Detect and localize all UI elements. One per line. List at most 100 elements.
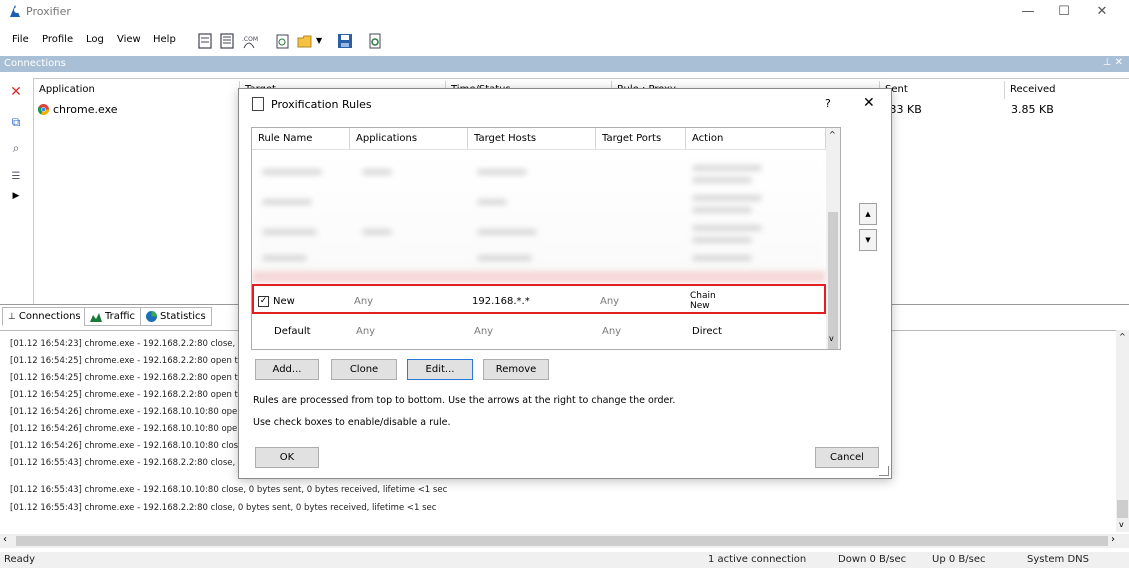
column-sent[interactable]: Sent <box>880 81 1005 99</box>
scroll-thumb[interactable] <box>16 536 1108 546</box>
rules-icon[interactable] <box>218 32 236 50</box>
column-applications[interactable]: Applications <box>350 128 468 150</box>
pin-close-icon[interactable]: ⊥ ✕ <box>1103 57 1123 68</box>
enable-rule-checkbox[interactable]: ✓ <box>258 295 269 307</box>
cancel-button[interactable]: Cancel <box>815 447 879 468</box>
move-up-button[interactable]: ▲ <box>859 203 877 225</box>
log-line: [01.12 16:54:25] chrome.exe - 192.168.2.… <box>10 390 247 400</box>
scroll-up-icon[interactable]: ^ <box>829 130 836 139</box>
tab-connections[interactable]: ⊥ Connections <box>2 307 87 326</box>
open-profile-dropdown-icon[interactable]: ▼ <box>316 36 334 54</box>
log-line: [01.12 16:54:25] chrome.exe - 192.168.2.… <box>10 373 247 383</box>
rule-row-new[interactable]: ✓ New Any 192.168.*.* Any Chain New <box>252 284 826 314</box>
scroll-right-icon[interactable]: › <box>1111 534 1115 545</box>
scroll-left-icon[interactable]: ‹ <box>3 534 7 545</box>
column-target-ports[interactable]: Target Ports <box>596 128 686 150</box>
status-download-speed: Down 0 B/sec <box>838 554 907 565</box>
remove-rule-button[interactable]: Remove <box>483 359 549 380</box>
connections-tab-icon: ⊥ <box>8 311 16 322</box>
minimize-button[interactable]: — <box>1010 2 1046 22</box>
scroll-thumb[interactable] <box>828 212 838 349</box>
rules-table: Rule Name Applications Target Hosts Targ… <box>251 127 841 350</box>
status-active-connections: 1 active connection <box>708 554 807 565</box>
traffic-chart-icon <box>90 312 102 322</box>
rule-target-ports: Any <box>600 295 620 307</box>
title-bar: Proxifier — ☐ ✕ <box>0 0 1129 24</box>
tab-label: Connections <box>18 310 81 322</box>
close-connection-icon[interactable]: ✕ <box>8 84 24 100</box>
tab-label: Traffic <box>105 310 136 322</box>
new-profile-icon[interactable] <box>274 32 292 50</box>
open-profile-icon[interactable] <box>296 32 314 50</box>
edit-rule-button[interactable]: Edit... <box>407 359 473 380</box>
rules-document-icon <box>252 97 264 111</box>
rule-target-hosts: Any <box>474 325 494 337</box>
resize-grip[interactable] <box>879 466 889 476</box>
scroll-down-icon[interactable]: v <box>829 334 834 343</box>
tab-traffic[interactable]: Traffic <box>84 307 142 326</box>
find-icon[interactable]: ⌕ <box>8 140 24 156</box>
rule-action-type: Chain <box>690 291 716 301</box>
menu-file[interactable]: File <box>12 34 29 45</box>
log-line: [01.12 16:54:25] chrome.exe - 192.168.2.… <box>10 356 247 366</box>
menu-log[interactable]: Log <box>86 34 104 45</box>
menu-view[interactable]: View <box>117 34 141 45</box>
move-down-button[interactable]: ▼ <box>859 229 877 251</box>
tab-statistics[interactable]: Statistics <box>140 307 212 326</box>
name-resolution-icon[interactable]: .COM <box>240 32 258 50</box>
log-line: [01.12 16:54:26] chrome.exe - 192.168.10… <box>10 424 249 434</box>
proxification-rules-dialog: Proxification Rules ? ✕ Rule Name Applic… <box>238 88 892 479</box>
dialog-title-bar: Proxification Rules ? ✕ <box>239 89 891 119</box>
status-upload-speed: Up 0 B/sec <box>932 554 986 565</box>
column-action[interactable]: Action <box>686 128 826 150</box>
scroll-down-icon[interactable]: v <box>1119 520 1124 529</box>
statistics-pie-icon <box>146 311 157 322</box>
table-row[interactable]: chrome.exe <box>38 103 118 116</box>
kill-process-icon[interactable]: ⧉ <box>8 114 24 130</box>
dialog-close-button[interactable]: ✕ <box>863 95 875 111</box>
menu-help[interactable]: Help <box>153 34 176 45</box>
column-application[interactable]: Application <box>34 81 240 99</box>
received-value: 3.85 KB <box>1011 103 1054 116</box>
maximize-button[interactable]: ☐ <box>1046 2 1082 22</box>
horizontal-scrollbar[interactable]: ‹ › <box>0 534 1129 548</box>
scroll-up-icon[interactable]: ^ <box>1119 332 1126 341</box>
log-line: [01.12 16:54:26] chrome.exe - 192.168.10… <box>10 407 249 417</box>
log-line: [01.12 16:54:26] chrome.exe - 192.168.10… <box>10 441 247 451</box>
menu-bar: File Profile Log View Help .COM ▼ <box>0 28 1129 54</box>
rules-checkbox-note: Use check boxes to enable/disable a rule… <box>253 417 451 428</box>
application-name: chrome.exe <box>53 103 118 116</box>
window-title: Proxifier <box>26 5 71 18</box>
rule-applications: Any <box>356 325 376 337</box>
rule-name: Default <box>274 325 311 337</box>
close-window-button[interactable]: ✕ <box>1084 2 1120 22</box>
profile-settings-icon[interactable] <box>366 32 384 50</box>
log-line: [01.12 16:55:43] chrome.exe - 192.168.2.… <box>10 458 252 468</box>
log-line: [01.12 16:54:23] chrome.exe - 192.168.2.… <box>10 339 249 349</box>
column-received[interactable]: Received <box>1005 81 1129 99</box>
add-rule-button[interactable]: Add... <box>255 359 319 380</box>
log-vertical-scrollbar[interactable]: ^ v <box>1116 330 1129 532</box>
connections-panel-header: Connections ⊥ ✕ <box>0 56 1129 72</box>
rule-row-default[interactable]: Default Any Any Any Direct <box>252 316 826 346</box>
scroll-thumb[interactable] <box>1117 500 1128 518</box>
tab-label: Statistics <box>160 310 206 322</box>
clone-rule-button[interactable]: Clone <box>331 359 397 380</box>
status-ready: Ready <box>4 554 36 565</box>
rules-vertical-scrollbar[interactable]: ^ v <box>826 128 840 349</box>
svg-text:.COM: .COM <box>242 36 258 43</box>
log-line: [01.12 16:55:43] chrome.exe - 192.168.2.… <box>10 503 437 513</box>
help-button[interactable]: ? <box>825 97 831 110</box>
rule-action: Chain New <box>690 286 716 316</box>
column-rule-name[interactable]: Rule Name <box>252 128 350 150</box>
ok-button[interactable]: OK <box>255 447 319 468</box>
tree-view-icon[interactable]: ☰ <box>8 168 24 184</box>
column-target-hosts[interactable]: Target Hosts <box>468 128 596 150</box>
expand-arrow-icon[interactable]: ▶ <box>8 188 24 204</box>
menu-profile[interactable]: Profile <box>42 34 73 45</box>
rule-applications: Any <box>354 295 374 307</box>
proxy-servers-icon[interactable] <box>196 32 214 50</box>
save-profile-icon[interactable] <box>336 32 354 50</box>
status-bar: Ready 1 active connection Down 0 B/sec U… <box>0 552 1129 568</box>
rule-target-ports: Any <box>602 325 622 337</box>
